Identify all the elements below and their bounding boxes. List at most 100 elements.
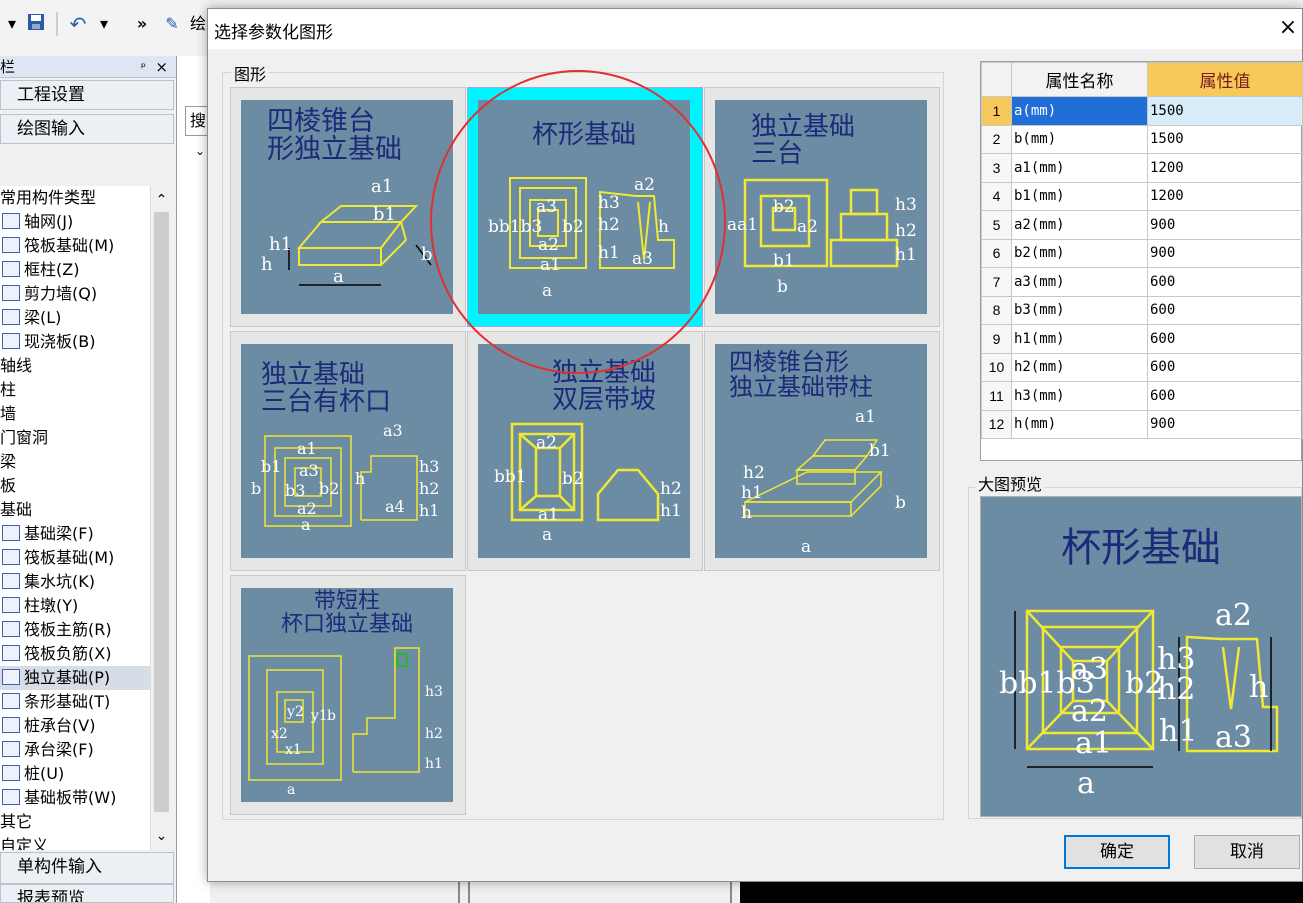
tree-item[interactable]: 门窗洞 [0, 426, 150, 450]
nav-project-settings[interactable]: 工程设置 [0, 80, 174, 110]
property-grid[interactable]: 属性名称 属性值 1 a(mm) 1500 2 b(mm) 1500 3 a1(mm) 1200… [980, 61, 1303, 461]
tree-item[interactable]: 桩承台(V) [0, 714, 150, 738]
ok-button[interactable]: 确定 [1064, 835, 1170, 869]
grid-row[interactable]: 4 b1(mm) 1200 [981, 181, 1303, 211]
row-number: 8 [981, 295, 1012, 325]
undo-icon[interactable]: ↶ [66, 12, 90, 36]
save-icon[interactable] [24, 12, 48, 36]
nav-drawing-input[interactable]: 绘图输入 [0, 114, 174, 144]
parametric-shape-dialog: 选择参数化图形 × 图形 四棱锥台 形独立基础 h1 h a a1 b1 b 杯… [207, 8, 1303, 882]
tree-item[interactable]: 承台梁(F) [0, 738, 150, 762]
row-number: 4 [981, 181, 1012, 211]
grid-row[interactable]: 6 b2(mm) 900 [981, 238, 1303, 268]
property-value-cell[interactable]: 1500 [1147, 96, 1303, 126]
property-value-cell[interactable]: 1200 [1147, 153, 1303, 183]
tree-item[interactable]: 柱 [0, 378, 150, 402]
tree-item[interactable]: 独立基础(P) [0, 666, 150, 690]
property-value-cell[interactable]: 600 [1147, 324, 1303, 354]
tree-item[interactable]: 常用构件类型 [0, 186, 150, 210]
panel-close-icon[interactable]: × [155, 56, 168, 78]
property-value-cell[interactable]: 600 [1147, 267, 1303, 297]
dropdown-arrow-icon[interactable]: ▾ [0, 12, 24, 36]
grid-row[interactable]: 1 a(mm) 1500 [981, 96, 1303, 126]
tree-item[interactable]: 筏板基础(M) [0, 234, 150, 258]
tree-item-label: 筏板主筋(R) [24, 620, 112, 639]
scroll-up-icon[interactable]: ⌃ [151, 190, 172, 210]
property-value-cell[interactable]: 1200 [1147, 181, 1303, 211]
dim-label: a3 [632, 249, 653, 269]
tree-item[interactable]: 框柱(Z) [0, 258, 150, 282]
shape-tile-1[interactable]: 四棱锥台 形独立基础 h1 h a a1 b1 b [230, 87, 466, 327]
cancel-button[interactable]: 取消 [1194, 835, 1300, 869]
tree-item[interactable]: 其它 [0, 810, 150, 834]
tree-scrollbar[interactable]: ⌃ ⌄ [150, 186, 172, 850]
tree-item[interactable]: 柱墩(Y) [0, 594, 150, 618]
tree-item[interactable]: 梁 [0, 450, 150, 474]
shape-tile-4[interactable]: 独立基础 三台有杯口 a1 b1 a3 b3 b2 b a2 a a3 h h3 h2 h1… [230, 331, 466, 571]
property-value-cell[interactable]: 900 [1147, 210, 1303, 240]
tree-item[interactable]: 基础板带(W) [0, 786, 150, 810]
undo-dropdown-icon[interactable]: ▾ [92, 12, 116, 36]
tree-item[interactable]: 基础 [0, 498, 150, 522]
expand-icon[interactable]: ⌄ [195, 144, 205, 158]
grid-row[interactable]: 2 b(mm) 1500 [981, 124, 1303, 154]
pin-icon[interactable]: ᵖ [141, 56, 146, 78]
tree-item[interactable]: 桩(U) [0, 762, 150, 786]
shape-tile-5[interactable]: 独立基础 双层带坡 bb1 a2 b2 a1 a h2 h1 [467, 331, 703, 571]
tree-item[interactable]: 筏板主筋(R) [0, 618, 150, 642]
tree-item[interactable]: 条形基础(T) [0, 690, 150, 714]
more-icon[interactable]: » [130, 12, 154, 36]
row-number: 1 [981, 96, 1012, 126]
component-tree[interactable]: 常用构件类型 轴网(J) 筏板基础(M) 框柱(Z) 剪力墙(Q) 梁(L) 现浇板(B) 轴… [0, 186, 150, 850]
dim-label: b2 [562, 469, 584, 489]
tree-item-label: 剪力墙(Q) [24, 284, 98, 303]
dim-label: a [801, 537, 811, 557]
close-icon[interactable]: × [1276, 15, 1300, 40]
header-property-value[interactable]: 属性值 [1147, 62, 1303, 97]
dim-label: a1 [538, 505, 559, 525]
tree-item[interactable]: 轴网(J) [0, 210, 150, 234]
splitter[interactable] [458, 882, 460, 903]
tree-item[interactable]: 筏板负筋(X) [0, 642, 150, 666]
tree-item[interactable]: 自定义 [0, 834, 150, 850]
scroll-down-icon[interactable]: ⌄ [151, 826, 172, 846]
shape-tile-6[interactable]: 四棱锥台形 独立基础带柱 h2 h1 h a1 b1 b a [704, 331, 940, 571]
dim-label: h3 [419, 457, 439, 476]
tree-item[interactable]: 梁(L) [0, 306, 150, 330]
shape-tile-2[interactable]: 杯形基础 bb1b3 a3 b2 a2 a1 a h3 h2 h1 h a2 a3 [467, 87, 703, 327]
splitter[interactable] [730, 882, 732, 903]
tree-item[interactable]: 筏板基础(M) [0, 546, 150, 570]
grid-row[interactable]: 5 a2(mm) 900 [981, 210, 1303, 240]
dim-label: h [261, 254, 273, 275]
shape-tile-7[interactable]: 带短柱 杯口独立基础 x2 y2 y1 b x1 a h3 h2 h1 [230, 575, 466, 815]
scroll-thumb[interactable] [154, 212, 169, 812]
property-value-cell[interactable]: 600 [1147, 381, 1303, 411]
tree-item[interactable]: 基础梁(F) [0, 522, 150, 546]
splitter[interactable] [468, 882, 470, 903]
property-value-cell[interactable]: 900 [1147, 409, 1303, 439]
property-value-cell[interactable]: 900 [1147, 238, 1303, 268]
grid-row[interactable]: 8 b3(mm) 600 [981, 295, 1303, 325]
tree-item[interactable]: 剪力墙(Q) [0, 282, 150, 306]
tree-item[interactable]: 轴线 [0, 354, 150, 378]
header-property-name[interactable]: 属性名称 [1011, 62, 1148, 97]
property-value-cell[interactable]: 1500 [1147, 124, 1303, 154]
tree-item[interactable]: 板 [0, 474, 150, 498]
grid-row[interactable]: 11 h3(mm) 600 [981, 381, 1303, 411]
property-value-cell[interactable]: 600 [1147, 352, 1303, 382]
dim-label: a2 [1215, 598, 1252, 633]
tree-item[interactable]: 集水坑(K) [0, 570, 150, 594]
property-value-cell[interactable]: 600 [1147, 295, 1303, 325]
grid-row[interactable]: 10 h2(mm) 600 [981, 352, 1303, 382]
grid-row[interactable]: 3 a1(mm) 1200 [981, 153, 1303, 183]
grid-row[interactable]: 9 h1(mm) 600 [981, 324, 1303, 354]
nav-single-component[interactable]: 单构件输入 [0, 852, 174, 884]
draw-icon[interactable]: ✎ [160, 12, 184, 36]
shape-tile-3[interactable]: 独立基础 三台 aa1 b2 a2 b1 b h3 h2 h1 [704, 87, 940, 327]
nav-report-preview[interactable]: 报表预览 [0, 884, 174, 903]
grid-row[interactable]: 7 a3(mm) 600 [981, 267, 1303, 297]
tree-item[interactable]: 墙 [0, 402, 150, 426]
dim-label: y1 [310, 708, 328, 724]
grid-row[interactable]: 12 h(mm) 900 [981, 409, 1303, 439]
tree-item[interactable]: 现浇板(B) [0, 330, 150, 354]
